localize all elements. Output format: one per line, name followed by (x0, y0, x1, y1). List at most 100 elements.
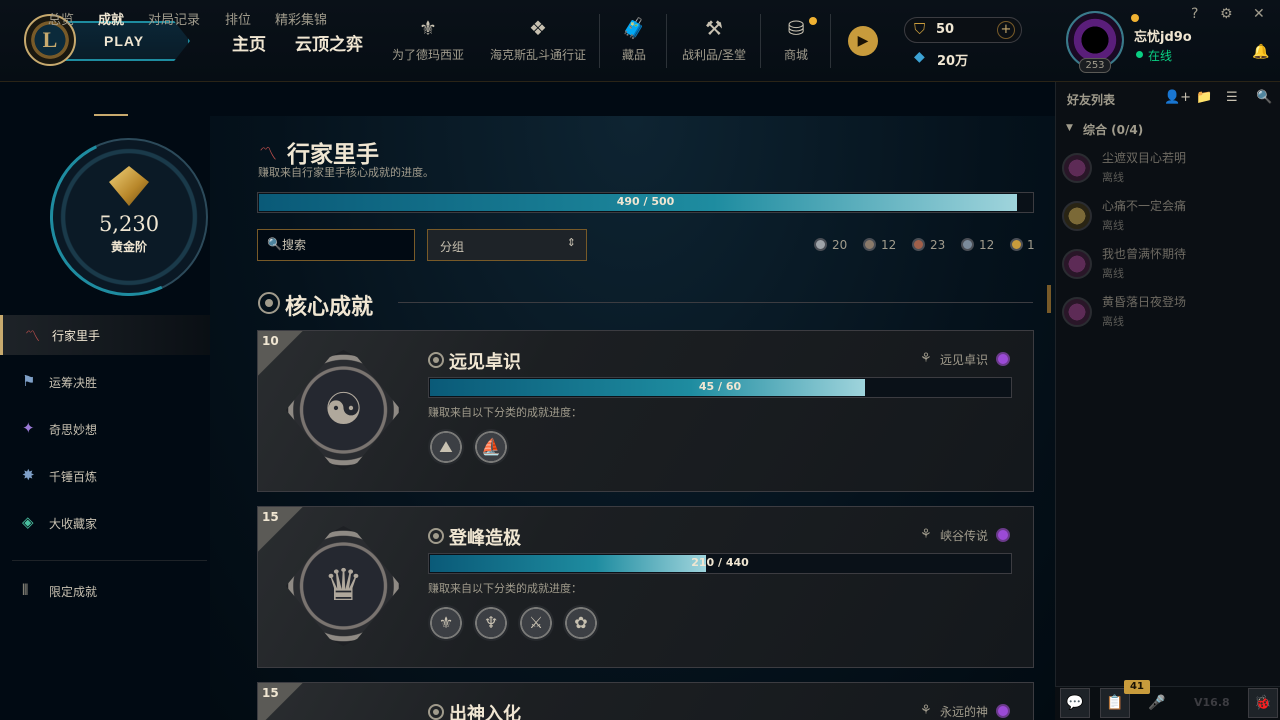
tier-iron-icon (814, 238, 827, 251)
nav-divider (830, 14, 831, 68)
sub-category-mountain-icon[interactable]: ⛰ (428, 429, 464, 465)
category-progress-bar: 490 / 500 (257, 192, 1034, 213)
scrollbar-thumb[interactable] (1047, 285, 1051, 313)
collection-icon: 🧳 (621, 16, 647, 40)
tab-achievements[interactable]: 成就 (98, 9, 124, 28)
achievement-card[interactable]: 15 ♛ 登峰造极 ⚘ 峡谷传说 210 / 440 赚取来自以下分类的成就进度… (257, 506, 1034, 668)
tier-platinum-icon (1010, 238, 1023, 251)
online-status-text[interactable]: 在线 (1148, 47, 1172, 64)
rank-points: 5,230 (98, 212, 160, 236)
sidebar-item-collector[interactable]: ◈ 大收藏家 (0, 503, 210, 543)
sub-category-flower-icon[interactable]: ✿ (563, 605, 599, 641)
chest-button[interactable]: ▶ (848, 26, 878, 56)
sidebar-item-strategy[interactable]: ⚑ 运筹决胜 (0, 362, 210, 402)
sub-category-trident-icon[interactable]: ♆ (473, 605, 509, 641)
vision-symbol-icon: ☯ (323, 384, 364, 435)
online-status-icon (1136, 51, 1143, 58)
friend-list-item[interactable]: 心痛不一定会痛 离线 (1062, 197, 1252, 241)
sidebar-item-limited[interactable]: ⫴ 限定成就 (0, 571, 210, 611)
section-title: 核心成就 (285, 295, 374, 320)
sub-category-swords-icon[interactable]: ⚔ (518, 605, 554, 641)
sub-category-fleur-icon[interactable]: ⚜ (428, 605, 464, 641)
flag-icon: ⚑ (22, 372, 36, 390)
demacia-icon: ⚜ (419, 16, 437, 40)
nav-demacia[interactable]: ⚜ 为了德玛西亚 (389, 14, 467, 63)
riot-points-value: 50 (936, 22, 955, 37)
list-view-icon[interactable]: ☰ (1226, 90, 1238, 105)
tier-count: 1 (1027, 238, 1035, 252)
nav-divider (666, 14, 667, 68)
crown-symbol-icon: ♛ (323, 560, 364, 611)
friend-name: 尘遮双目心若明 (1102, 151, 1187, 165)
chest-icon: ▶ (857, 33, 869, 49)
veteran-title-icon: 〽 (259, 144, 277, 165)
reward-tier-icon (996, 352, 1010, 366)
achievement-emblem: ♛ (286, 526, 401, 646)
nav-home[interactable]: 主页 (232, 30, 266, 55)
card-reward-title: 远见卓识 (940, 353, 989, 367)
card-title: 出神入化 (449, 704, 521, 720)
blue-essence-icon: ◆ (914, 49, 925, 65)
search-input[interactable] (282, 236, 408, 254)
tier-count: 20 (832, 238, 848, 252)
friend-list-item[interactable]: 我也曾满怀期待 离线 (1062, 245, 1252, 289)
sidebar-item-imagination[interactable]: ✦ 奇思妙想 (0, 409, 210, 449)
bug-report-icon[interactable]: 🐞 (1248, 688, 1278, 718)
friend-search-icon[interactable]: 🔍 (1256, 90, 1272, 105)
settings-gear-icon[interactable]: ⚙ (1220, 6, 1233, 22)
group-dropdown-value: 分组 (440, 240, 465, 254)
friend-name: 我也曾满怀期待 (1102, 247, 1187, 261)
page-description: 赚取来自行家里手核心成就的进度。 (258, 166, 434, 179)
hextech-pass-icon: ❖ (529, 16, 547, 40)
friend-list-item[interactable]: 尘遮双目心若明 离线 (1062, 149, 1252, 193)
tab-highlights[interactable]: 精彩集锦 (275, 9, 327, 28)
friend-status: 离线 (1102, 315, 1124, 328)
add-friend-icon[interactable]: 👤+ (1164, 90, 1191, 105)
sidebar-item-label: 千锤百炼 (49, 470, 98, 484)
friend-avatar (1062, 249, 1092, 279)
tab-ranked[interactable]: 排位 (225, 9, 251, 28)
sidebar-divider (12, 560, 207, 561)
veteran-icon: 〽 (25, 327, 41, 345)
dropdown-arrows-icon: ⇕ (566, 236, 576, 249)
nav-divider (760, 14, 761, 68)
nav-loot[interactable]: ⚒ 战利品/圣堂 (678, 14, 750, 63)
riot-points-icon: ⛉ (914, 20, 926, 38)
add-folder-icon[interactable]: 📁 (1196, 90, 1212, 105)
category-progress-text: 490 / 500 (616, 195, 675, 208)
search-box[interactable]: 🔍 (257, 229, 415, 261)
profile-subnav (0, 82, 1055, 116)
card-progress-text: 45 / 60 (698, 380, 742, 393)
nav-hextech-pass[interactable]: ❖ 海克斯乱斗通行证 (487, 14, 589, 63)
add-riot-points-button[interactable]: + (997, 21, 1015, 39)
card-description: 赚取来自以下分类的成就进度： (428, 406, 582, 419)
microphone-icon[interactable]: 🎤 (1142, 688, 1172, 718)
sidebar-item-expertise[interactable]: ✸ 千锤百炼 (0, 456, 210, 496)
close-icon[interactable]: ✕ (1253, 6, 1265, 22)
sparkle-icon: ✦ (22, 419, 35, 437)
play-button-label: PLAY (104, 33, 145, 49)
layers-icon: ◈ (22, 513, 34, 531)
store-notification-dot (809, 17, 817, 25)
tab-match-history[interactable]: 对局记录 (148, 9, 200, 28)
friends-list-title: 好友列表 (1067, 93, 1116, 107)
achievement-card[interactable]: 15 出神入化 ⚘ 永远的神 (257, 682, 1034, 720)
sub-category-ship-icon[interactable]: ⛵ (473, 429, 509, 465)
collapse-caret-icon[interactable]: ▼ (1066, 123, 1073, 133)
help-icon[interactable]: ? (1191, 6, 1198, 22)
sidebar-item-veteran[interactable]: 〽 行家里手 (0, 315, 210, 355)
nav-tft[interactable]: 云顶之弈 (295, 30, 363, 55)
tab-overview[interactable]: 总览 (48, 9, 74, 28)
title-reward-icon: ⚘ (920, 527, 932, 542)
achievement-card[interactable]: 10 ☯ 远见卓识 ⚘ 远见卓识 45 / 60 赚取来自以下分类的成就进度： … (257, 330, 1034, 492)
active-tab-underline (94, 114, 128, 116)
summoner-name[interactable]: 忘忧jd9o (1134, 26, 1192, 45)
limited-achievements-icon: ⫴ (22, 581, 29, 599)
reward-tier-icon (996, 704, 1010, 718)
notifications-bell-icon[interactable]: 🔔 (1252, 44, 1269, 60)
friend-group-label[interactable]: 综合 (0/4) (1083, 121, 1143, 138)
group-dropdown[interactable]: 分组 ⇕ (427, 229, 587, 261)
friend-list-item[interactable]: 黄昏落日夜登场 离线 (1062, 293, 1252, 337)
chat-icon[interactable]: 💬 (1060, 688, 1090, 718)
nav-collection[interactable]: 🧳 藏品 (612, 14, 656, 63)
